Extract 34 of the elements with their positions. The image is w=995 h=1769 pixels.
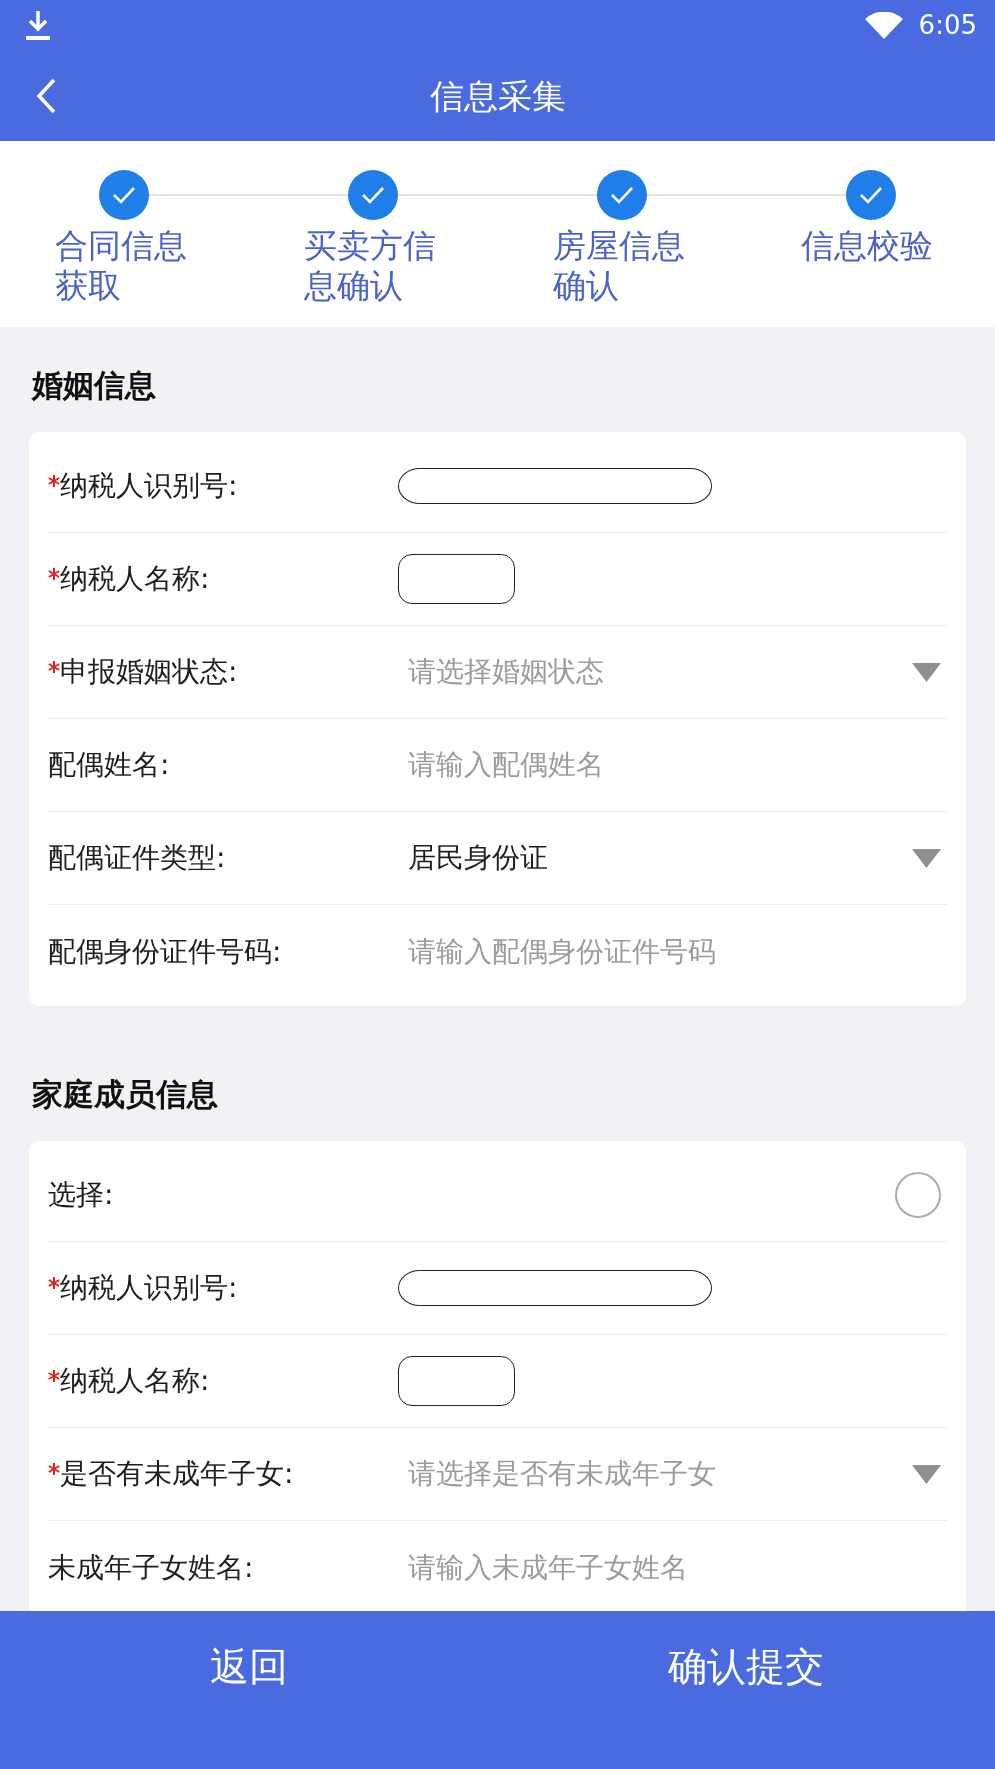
field-label: 选择: [48,1177,114,1213]
back-button[interactable]: 返回 [0,1611,498,1723]
step-label: 合同信息获取 [55,226,189,305]
step-label: 信息校验 [801,226,935,267]
step-label: 买卖方信息确认 [303,226,437,305]
section-title: 婚姻信息 [30,367,157,403]
field-label: 是否有未成年子女: [60,1456,294,1492]
field-label: 纳税人识别号: [60,468,238,504]
dropdown-triangle-icon [912,662,941,682]
field-label: 配偶姓名: [48,747,170,783]
dropdown-triangle-icon [912,848,941,868]
text-input[interactable]: 请输入配偶身份证件号码 [408,933,941,970]
page-title: 信息采集 [429,75,566,116]
field-label: 纳税人名称: [60,1363,210,1399]
select-field[interactable]: 居民身份证 [408,840,941,876]
step-label: 房屋信息确认 [552,226,686,305]
field-label: 纳税人名称: [60,561,210,597]
field-label: 未成年子女姓名: [48,1549,254,1586]
wifi-icon [864,11,903,39]
section-title: 家庭成员信息 [31,1076,219,1112]
dropdown-triangle-icon [912,1464,941,1484]
back-icon[interactable] [35,77,57,114]
submit-button[interactable]: 确认提交 [497,1611,995,1723]
select-field[interactable]: 请选择是否有未成年子女 [408,1456,941,1492]
radio-button[interactable] [895,1172,941,1218]
select-field[interactable]: 请选择婚姻状态 [408,654,941,690]
text-input[interactable]: 请输入配偶姓名 [408,747,941,783]
download-icon [25,10,51,40]
text-input[interactable]: 请输入未成年子女姓名 [408,1549,941,1586]
field-label: 配偶证件类型: [48,840,226,876]
field-label: 配偶身份证件号码: [48,933,282,970]
field-label: 纳税人识别号: [60,1270,238,1306]
status-time: 6:05 [918,10,977,40]
field-label: 申报婚姻状态: [60,654,238,690]
